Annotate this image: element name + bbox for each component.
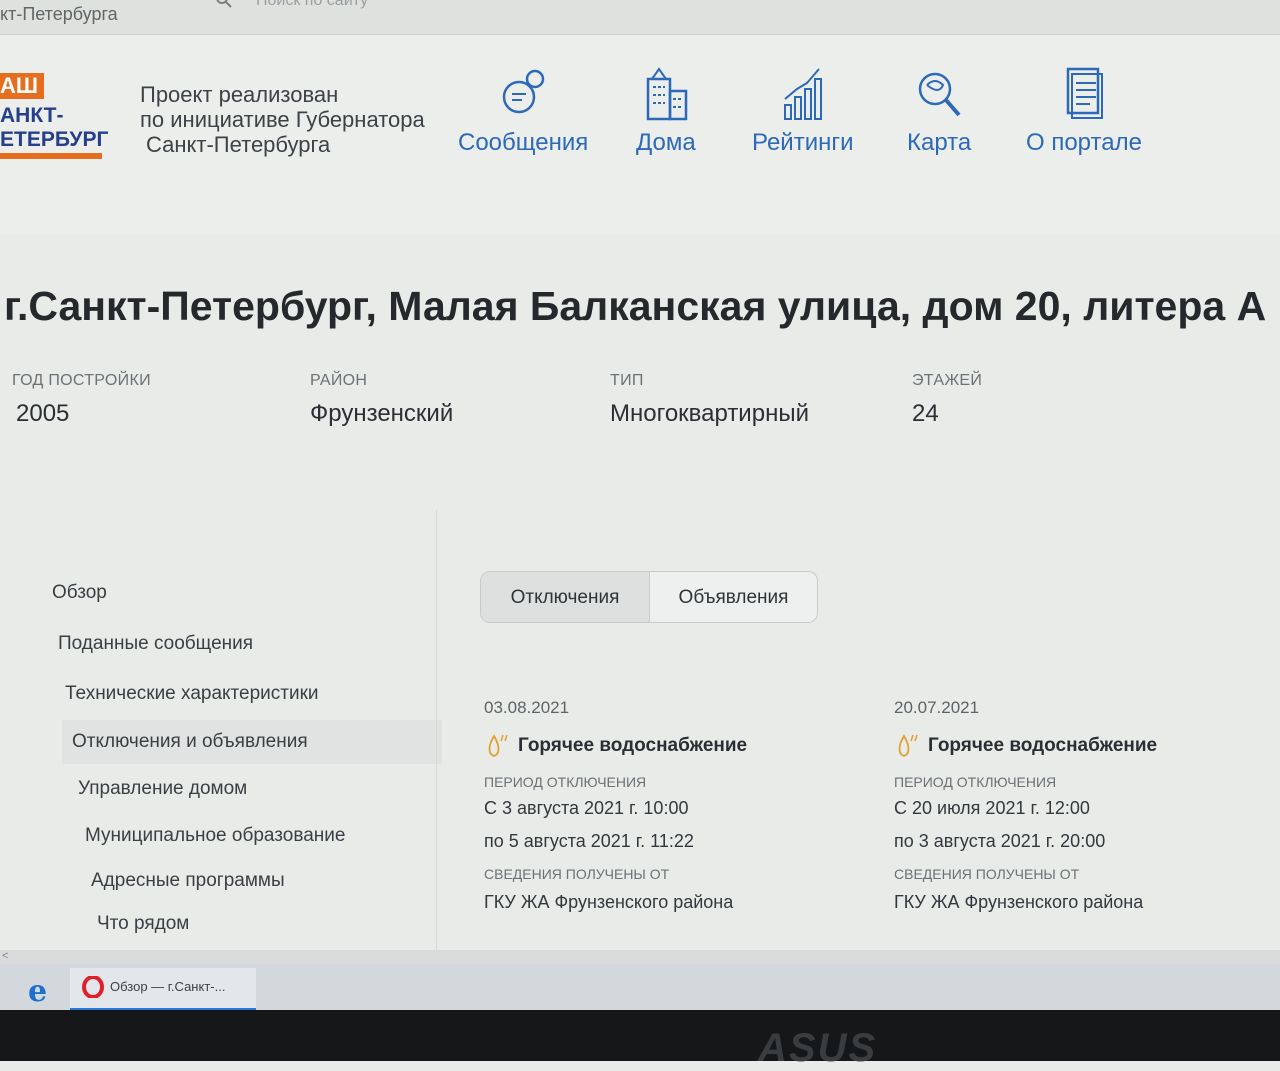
project-caption: Проект реализован по инициативе Губернат…: [140, 82, 425, 157]
outage-period-to: по 5 августа 2021 г. 11:22: [484, 831, 694, 851]
attr-type-label: ТИП: [610, 372, 644, 389]
map-search-icon: [918, 72, 961, 117]
sidebar-item-outages-announcements[interactable]: Отключения и объявления: [72, 731, 308, 753]
sidebar-item-municipality[interactable]: Муниципальное образование: [85, 825, 345, 847]
attr-floors: ЭТАЖЕЙ 24: [912, 372, 982, 428]
sidebar-item-technical-specs[interactable]: Технические характеристики: [65, 683, 319, 705]
sidebar-item-address-programs[interactable]: Адресные программы: [91, 870, 285, 892]
logo-line-2: АНКТ-: [0, 104, 64, 127]
outage-period-label: ПЕРИОД ОТКЛЮЧЕНИЯ: [484, 774, 647, 790]
outage-service-label: Горячее водоснабжение: [518, 735, 748, 756]
nav-houses[interactable]: Дома: [636, 65, 696, 157]
attr-district-label: РАЙОН: [310, 372, 368, 389]
outage-source: ГКУ ЖА Фрунзенского района: [484, 892, 734, 912]
attr-year: ГОД ПОСТРОЙКИ 2005: [12, 372, 151, 428]
windows-taskbar: e Обзор — г.Санкт-...: [0, 964, 1280, 1011]
sidebar-item-submitted-messages[interactable]: Поданные сообщения: [58, 633, 253, 655]
outage-service: Горячее водоснабжение: [894, 732, 1157, 760]
edge-browser-icon[interactable]: e: [28, 974, 47, 1009]
sidebar-divider: [436, 510, 437, 950]
nav-ratings[interactable]: Рейтинги: [752, 65, 854, 157]
nav-ratings-label: Рейтинги: [752, 129, 854, 156]
nav-messages[interactable]: Сообщения: [458, 65, 588, 157]
attr-type-value: Многоквартирный: [610, 400, 809, 427]
search-icon[interactable]: [216, 0, 232, 8]
outage-date: 03.08.2021: [484, 698, 570, 717]
browser-top-bar: кт-Петербурга Поиск по сайту: [0, 0, 1280, 35]
site-logo[interactable]: АШ АНКТ- ЕТЕРБУРГ: [0, 67, 109, 167]
outage-period-label: ПЕРИОД ОТКЛЮЧЕНИЯ: [894, 774, 1057, 790]
tab-outages[interactable]: Отключения: [481, 572, 650, 622]
project-line: Санкт-Петербурга: [146, 132, 331, 157]
logo-underline: [0, 153, 102, 159]
nav-messages-label: Сообщения: [458, 129, 589, 156]
logo-line-3: ЕТЕРБУРГ: [0, 128, 109, 151]
outage-period-from: С 3 августа 2021 г. 10:00: [484, 798, 689, 818]
sidebar-item-nearby[interactable]: Что рядом: [97, 913, 189, 935]
nav-map[interactable]: Карта: [907, 65, 971, 157]
outage-card: 20.07.2021 Горячее водоснабжение ПЕРИОД …: [894, 698, 1157, 913]
document-icon: [1066, 67, 1103, 119]
nav-about-label: О портале: [1026, 129, 1142, 156]
project-line: по инициативе Губернатора: [140, 107, 425, 132]
messages-icon: [502, 69, 545, 114]
sidebar-item-overview[interactable]: Обзор: [52, 582, 107, 604]
attr-floors-value: 24: [912, 400, 939, 427]
outage-period-from: С 20 июля 2021 г. 12:00: [894, 798, 1090, 818]
taskbar-opera-window[interactable]: Обзор — г.Санкт-...: [70, 968, 256, 1011]
outage-source: ГКУ ЖА Фрунзенского района: [894, 892, 1144, 912]
attr-type: ТИП Многоквартирный: [610, 372, 809, 428]
outage-tabs: Отключения Объявления: [480, 571, 818, 623]
laptop-brand-logo: ASUS: [758, 1026, 878, 1070]
opera-icon: [82, 976, 104, 998]
ratings-icon: [783, 68, 822, 120]
page-title: г.Санкт-Петербург, Малая Балканская улиц…: [4, 283, 1267, 329]
tab-announcements[interactable]: Объявления: [650, 572, 817, 622]
outage-source-label: СВЕДЕНИЯ ПОЛУЧЕНЫ ОТ: [894, 866, 1080, 882]
outage-source-label: СВЕДЕНИЯ ПОЛУЧЕНЫ ОТ: [484, 866, 670, 882]
nav-about[interactable]: О портале: [1026, 65, 1142, 157]
nav-houses-label: Дома: [636, 129, 696, 156]
attr-district-value: Фрунзенский: [310, 400, 454, 427]
top-city-text: кт-Петербурга: [0, 4, 118, 24]
outage-period-to: по 3 августа 2021 г. 20:00: [894, 831, 1106, 851]
scroll-left-arrow-icon[interactable]: <: [2, 950, 8, 962]
logo-line-1: АШ: [0, 73, 44, 99]
outage-service-label: Горячее водоснабжение: [928, 735, 1158, 756]
outage-card: 03.08.2021 Горячее водоснабжение ПЕРИОД …: [484, 698, 747, 913]
search-input[interactable]: Поиск по сайту: [256, 0, 368, 10]
buildings-icon: [646, 67, 688, 121]
horizontal-scrollbar[interactable]: <: [0, 950, 1280, 964]
taskbar-window-title: Обзор — г.Санкт-...: [110, 979, 226, 994]
water-drop-icon: [488, 734, 508, 757]
attr-year-label: ГОД ПОСТРОЙКИ: [12, 372, 151, 389]
laptop-bezel: ASUS: [0, 1010, 1280, 1070]
sidebar-item-house-management[interactable]: Управление домом: [78, 778, 247, 800]
water-drop-icon: [898, 734, 918, 757]
outage-date: 20.07.2021: [894, 698, 980, 717]
attr-district: РАЙОН Фрунзенский: [310, 372, 453, 428]
attr-floors-label: ЭТАЖЕЙ: [912, 372, 983, 389]
site-header: АШ АНКТ- ЕТЕРБУРГ Проект реализован по и…: [0, 35, 1280, 235]
attr-year-value: 2005: [16, 400, 70, 427]
outage-service: Горячее водоснабжение: [484, 732, 747, 760]
project-line: Проект реализован: [140, 82, 339, 107]
nav-map-label: Карта: [907, 129, 972, 156]
